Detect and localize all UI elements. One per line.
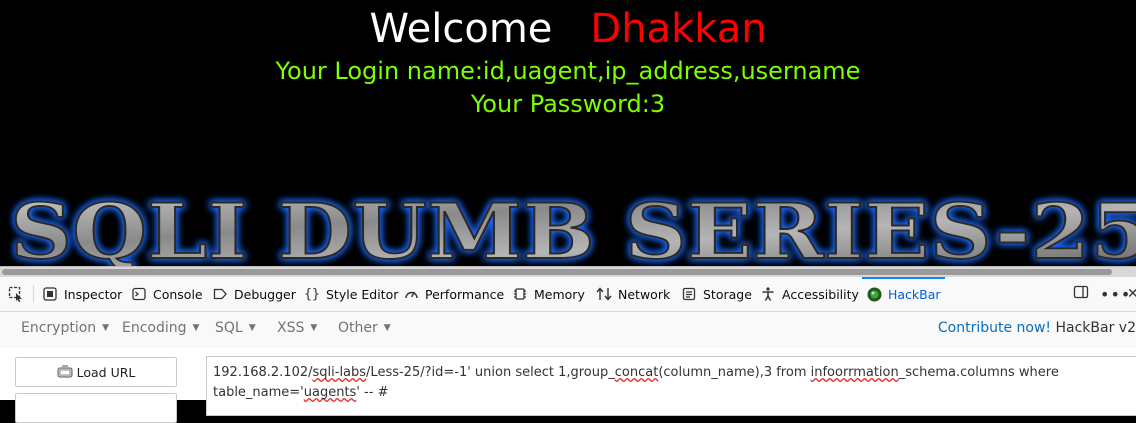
url-part: sqli-labs bbox=[313, 365, 367, 380]
tab-label: Accessibility bbox=[782, 287, 859, 302]
element-picker-icon bbox=[8, 286, 24, 302]
menu-label: XSS bbox=[277, 320, 304, 336]
inspector-icon bbox=[42, 286, 58, 302]
close-icon: ✕ bbox=[1127, 286, 1136, 302]
menu-label: Encryption bbox=[21, 320, 96, 336]
dock-side-button[interactable] bbox=[1073, 277, 1089, 311]
performance-icon bbox=[403, 286, 419, 302]
url-part: uagents bbox=[304, 385, 357, 400]
chevron-down-icon: ▼ bbox=[384, 323, 391, 333]
tab-label: Memory bbox=[534, 287, 585, 302]
series-banner: SQLI DUMB SERIES-25 bbox=[0, 186, 1136, 270]
load-url-label: Load URL bbox=[77, 365, 136, 380]
url-part: ' -- # bbox=[356, 385, 388, 400]
hackbar-version: HackBar v2 bbox=[1056, 320, 1136, 336]
tab-accessibility[interactable]: Accessibility bbox=[760, 277, 859, 311]
menu-encryption[interactable]: Encryption ▼ bbox=[21, 320, 109, 336]
tab-label: Debugger bbox=[234, 287, 296, 302]
tab-label: HackBar bbox=[888, 287, 941, 302]
tab-hackbar[interactable]: HackBar bbox=[866, 277, 941, 311]
tab-inspector[interactable]: Inspector bbox=[42, 277, 122, 311]
contribute-area: Contribute now! HackBar v2 bbox=[938, 320, 1136, 336]
element-picker-button[interactable] bbox=[8, 277, 30, 311]
tab-style-editor[interactable]: {} Style Editor bbox=[304, 277, 398, 311]
url-part: (column_name),3 from bbox=[658, 365, 810, 380]
menu-sql[interactable]: SQL ▼ bbox=[215, 320, 256, 336]
menu-xss[interactable]: XSS ▼ bbox=[277, 320, 317, 336]
tab-performance[interactable]: Performance bbox=[403, 277, 504, 311]
user-name: Dhakkan bbox=[590, 6, 766, 52]
chevron-down-icon: ▼ bbox=[102, 323, 109, 333]
accessibility-icon bbox=[760, 286, 776, 302]
devtools-panel: Inspector Console Debugger {} Style Edit… bbox=[0, 277, 1136, 400]
tab-label: Network bbox=[618, 287, 670, 302]
welcome-heading: Welcome Dhakkan bbox=[0, 6, 1136, 52]
scrollbar-thumb[interactable] bbox=[2, 269, 1112, 275]
welcome-label: Welcome bbox=[369, 6, 552, 52]
toolbar-separator bbox=[33, 285, 34, 303]
split-url-button[interactable] bbox=[15, 393, 177, 423]
menu-encoding[interactable]: Encoding ▼ bbox=[122, 320, 199, 336]
url-part: /Less-25/?id=-1' union select 1,group_ bbox=[366, 365, 615, 380]
tab-memory[interactable]: Memory bbox=[512, 277, 585, 311]
chevron-down-icon: ▼ bbox=[193, 323, 200, 333]
url-text: 192.168.2.102/sqli-labs/Less-25/?id=-1' … bbox=[213, 365, 1063, 400]
tab-label: Style Editor bbox=[326, 287, 398, 302]
tab-network[interactable]: Network bbox=[596, 277, 670, 311]
login-name-line: Your Login name:id,uagent,ip_address,use… bbox=[0, 56, 1136, 86]
memory-icon bbox=[512, 286, 528, 302]
dock-side-icon bbox=[1073, 284, 1089, 304]
console-icon bbox=[131, 286, 147, 302]
url-part: infoorrmation bbox=[811, 365, 899, 380]
url-textarea[interactable]: 192.168.2.102/sqli-labs/Less-25/?id=-1' … bbox=[206, 356, 1136, 416]
menu-label: Other bbox=[338, 320, 378, 336]
horizontal-scrollbar[interactable] bbox=[0, 266, 1136, 277]
url-part: 192.168.2.102/ bbox=[213, 365, 313, 380]
load-url-button[interactable]: Load URL bbox=[15, 357, 177, 387]
tab-label: Inspector bbox=[64, 287, 122, 302]
menu-label: Encoding bbox=[122, 320, 187, 336]
network-icon bbox=[596, 286, 612, 302]
debugger-icon bbox=[212, 286, 228, 302]
tab-label: Console bbox=[153, 287, 203, 302]
banner-graphic: SQLI DUMB SERIES-25 bbox=[0, 186, 1136, 270]
chevron-down-icon: ▼ bbox=[249, 323, 256, 333]
tab-storage[interactable]: Storage bbox=[681, 277, 752, 311]
hackbar-menu: Encryption ▼ Encoding ▼ SQL ▼ XSS ▼ Other ▼ C… bbox=[0, 312, 1136, 348]
tab-label: Performance bbox=[425, 287, 504, 302]
chevron-down-icon: ▼ bbox=[310, 323, 317, 333]
storage-icon bbox=[681, 286, 697, 302]
contribute-link[interactable]: Contribute now! bbox=[938, 320, 1051, 336]
tab-console[interactable]: Console bbox=[131, 277, 203, 311]
load-url-icon bbox=[57, 365, 73, 379]
menu-label: SQL bbox=[215, 320, 243, 336]
style-editor-icon: {} bbox=[304, 286, 320, 302]
devtools-toolbar: Inspector Console Debugger {} Style Edit… bbox=[0, 277, 1136, 312]
hackbar-icon bbox=[866, 286, 882, 302]
banner-text: SQLI DUMB SERIES-25 bbox=[10, 187, 1136, 270]
close-devtools-button[interactable]: ✕ bbox=[1127, 277, 1136, 311]
password-line: Your Password:3 bbox=[0, 89, 1136, 119]
web-page: Welcome Dhakkan Your Login name:id,uagent… bbox=[0, 0, 1136, 270]
tab-debugger[interactable]: Debugger bbox=[212, 277, 296, 311]
tab-label: Storage bbox=[703, 287, 752, 302]
hackbar-body: Load URL 192.168.2.102/sqli-labs/Less-25… bbox=[0, 348, 1136, 400]
menu-other[interactable]: Other ▼ bbox=[338, 320, 391, 336]
url-part: concat bbox=[615, 365, 659, 380]
